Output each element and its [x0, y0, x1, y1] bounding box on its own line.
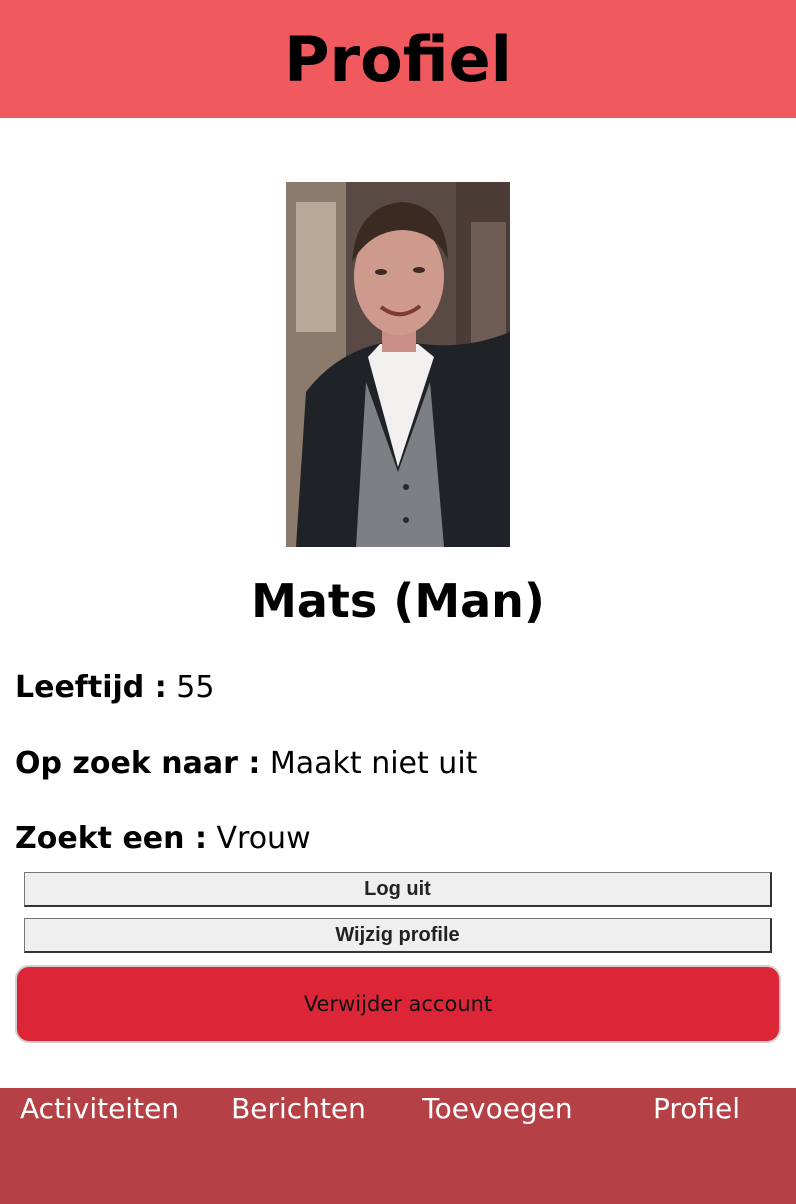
- looking-for-row: Op zoek naar : Maakt niet uit: [15, 746, 477, 781]
- age-row: Leeftijd : 55: [15, 670, 214, 705]
- seeks-row: Zoekt een : Vrouw: [15, 821, 311, 856]
- nav-item-activiteiten[interactable]: Activiteiten: [0, 1092, 199, 1125]
- profile-name: Mats (Man): [251, 574, 545, 628]
- nav-item-profiel[interactable]: Profiel: [597, 1092, 796, 1125]
- looking-for-label: Op zoek naar :: [15, 746, 261, 781]
- header-bar: Profiel: [0, 0, 796, 118]
- seeks-label: Zoekt een :: [15, 821, 207, 856]
- looking-for-value: Maakt niet uit: [269, 746, 478, 781]
- edit-profile-button[interactable]: Wijzig profile: [24, 918, 772, 953]
- age-label: Leeftijd :: [15, 670, 167, 705]
- delete-account-button[interactable]: Verwijder account: [15, 965, 781, 1043]
- page-title: Profiel: [284, 22, 512, 96]
- logout-button[interactable]: Log uit: [24, 872, 772, 907]
- nav-item-berichten[interactable]: Berichten: [199, 1092, 398, 1125]
- profile-photo: [286, 182, 510, 547]
- age-value: 55: [176, 670, 215, 705]
- nav-item-toevoegen[interactable]: Toevoegen: [398, 1092, 597, 1125]
- bottom-nav: Activiteiten Berichten Toevoegen Profiel: [0, 1088, 796, 1204]
- seeks-value: Vrouw: [216, 821, 311, 856]
- profile-page: Profiel Mats (Man) Leeftijd: 55 Op zoek…: [0, 0, 796, 1204]
